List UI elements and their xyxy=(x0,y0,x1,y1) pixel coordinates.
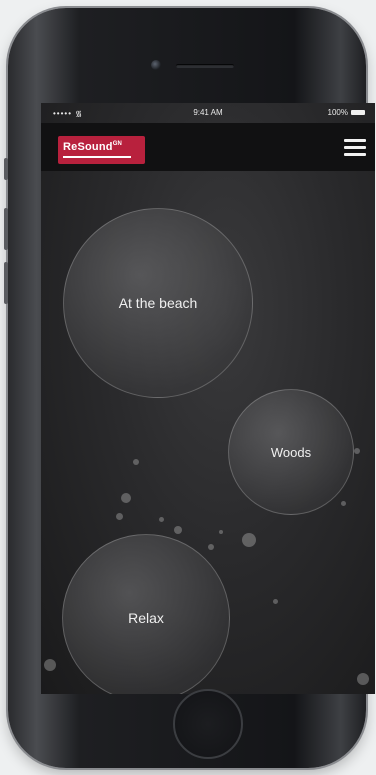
bokeh-dot xyxy=(121,493,131,503)
scene-label: Woods xyxy=(270,444,312,460)
home-button[interactable] xyxy=(173,689,243,759)
bokeh-dot xyxy=(159,517,164,522)
bokeh-dot xyxy=(341,501,346,506)
battery-icon xyxy=(351,110,365,116)
volume-up-button xyxy=(4,208,8,250)
logo-text: ReSound xyxy=(63,141,113,153)
earpiece-speaker xyxy=(176,64,234,68)
scene-bubble-woods[interactable]: Woods xyxy=(228,389,354,515)
front-camera xyxy=(151,60,161,70)
battery-indicator: 100% xyxy=(328,108,365,117)
volume-down-button xyxy=(4,262,8,304)
battery-percentage: 100% xyxy=(327,108,348,117)
bokeh-dot xyxy=(357,673,369,685)
bokeh-dot xyxy=(273,599,278,604)
bokeh-dot xyxy=(174,526,182,534)
resound-logo: ReSoundGN xyxy=(58,136,145,164)
bokeh-dot xyxy=(242,533,256,547)
bokeh-dot xyxy=(133,459,139,465)
status-bar: ••••• ᯾ 9:41 AM 100% xyxy=(41,103,375,123)
logo-underline xyxy=(63,156,131,158)
bokeh-dot xyxy=(208,544,214,550)
scene-bubble-relax[interactable]: Relax xyxy=(62,534,230,694)
scene-bubble-at-the-beach[interactable]: At the beach xyxy=(63,208,253,398)
status-time: 9:41 AM xyxy=(193,108,223,117)
mute-switch xyxy=(4,158,8,180)
bokeh-dot xyxy=(116,513,123,520)
scene-label: At the beach xyxy=(118,295,198,311)
bokeh-dot xyxy=(354,448,360,454)
logo-mark: GN xyxy=(112,141,123,147)
bokeh-dot xyxy=(219,530,223,534)
bokeh-dot xyxy=(44,659,56,671)
hamburger-menu-icon[interactable] xyxy=(344,139,366,157)
app-screen: ••••• ᯾ 9:41 AM 100% ReSoundGN At the be… xyxy=(41,103,375,694)
scene-label: Relax xyxy=(128,610,164,626)
app-header: ReSoundGN xyxy=(41,123,375,171)
